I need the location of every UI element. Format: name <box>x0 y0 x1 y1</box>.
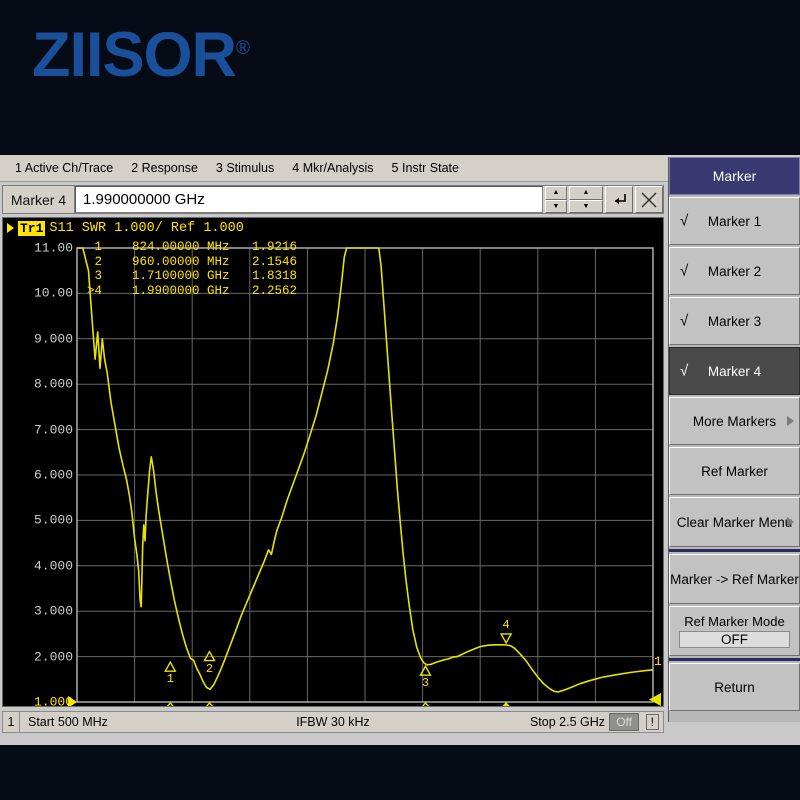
status-bar: 1 Start 500 MHz IFBW 30 kHz Stop 2.5 GHz… <box>2 711 664 733</box>
softkey-label: Ref Marker Mode <box>684 614 785 629</box>
marker-number-label: 1 <box>166 672 174 687</box>
marker-frequency-input[interactable]: 1.990000000 GHz <box>75 186 543 213</box>
check-icon: √ <box>680 262 689 280</box>
marker-triangle-down <box>499 633 513 645</box>
entry-spinner-coarse[interactable]: ▲ ▼ <box>569 186 603 213</box>
softkey-panel: Marker √ Marker 1 √ Marker 2 √ Marker 3 … <box>668 157 800 722</box>
status-start-frequency[interactable]: Start 500 MHz <box>20 715 108 729</box>
softkey-label: Return <box>714 679 755 695</box>
axis-marker-hollow <box>166 701 174 706</box>
brand-banner: ZIISOR® <box>0 0 800 155</box>
status-alert-badge[interactable]: ! <box>645 714 659 730</box>
check-icon: √ <box>680 362 689 380</box>
softkey-divider <box>669 549 800 552</box>
softkey-marker-2[interactable]: √ Marker 2 <box>669 247 800 295</box>
y-axis-tick-label: 10.00 <box>33 285 73 301</box>
softkey-ref-marker[interactable]: Ref Marker <box>669 447 800 495</box>
y-axis-tick-label: 2.000 <box>33 649 73 665</box>
spinner-down-icon[interactable]: ▼ <box>545 199 567 213</box>
softkey-label: Ref Marker <box>701 463 768 479</box>
softkey-panel-title: Marker <box>669 157 800 195</box>
status-channel: 1 <box>3 712 20 732</box>
softkey-ref-marker-mode[interactable]: Ref Marker Mode OFF <box>669 606 800 656</box>
y-axis-tick-label: 6.000 <box>33 467 73 483</box>
enter-button[interactable] <box>605 186 633 213</box>
trace-end-index-label: 1 <box>654 653 662 669</box>
spinner-up-icon[interactable]: ▲ <box>545 186 567 200</box>
marker-triangle-up <box>164 660 177 672</box>
entry-label: Marker 4 <box>3 186 75 213</box>
close-button[interactable] <box>635 186 663 213</box>
softkey-label: Clear Marker Menu <box>676 514 793 530</box>
softkey-divider-2 <box>669 658 800 661</box>
menu-item-active-ch-trace[interactable]: 1 Active Ch/Trace <box>6 159 122 177</box>
marker-number-label: 2 <box>205 661 214 676</box>
marker-triangle-up <box>419 664 432 676</box>
axis-marker-filled <box>502 701 510 706</box>
spinner-coarse-up-icon[interactable]: ▲ <box>569 186 603 200</box>
marker-number-label: 3 <box>421 676 430 691</box>
softkey-label: Marker 3 <box>707 313 762 329</box>
y-axis-tick-label: 9.000 <box>33 331 73 347</box>
marker-entry-bar: Marker 4 1.990000000 GHz ▲ ▼ ▲ ▼ <box>2 185 664 214</box>
marker-readout-table: 1 824.00000 MHz 1.9216 2 960.00000 MHz 2… <box>87 240 298 298</box>
stop-marker-arrow-icon <box>649 693 661 706</box>
menu-item-stimulus[interactable]: 3 Stimulus <box>207 159 283 177</box>
softkey-clear-marker-menu[interactable]: Clear Marker Menu <box>669 497 800 547</box>
close-x-icon <box>641 192 657 207</box>
y-axis-tick-label: 4.000 <box>33 558 73 574</box>
axis-marker-hollow <box>205 701 214 706</box>
registered-mark-icon: ® <box>236 38 251 59</box>
y-axis-tick-label: 3.000 <box>33 603 73 619</box>
marker-triangle-up <box>203 650 216 662</box>
axis-marker-hollow <box>421 701 430 706</box>
status-ifbw[interactable]: IFBW 30 kHz <box>296 715 370 729</box>
y-axis-tick-label: 11.00 <box>33 240 73 256</box>
menu-item-response[interactable]: 2 Response <box>122 159 207 177</box>
softkey-marker-to-ref-marker[interactable]: Marker -> Ref Marker <box>669 554 800 604</box>
instrument-screenshot: ZIISOR® 1 Active Ch/Trace 2 Response 3 S… <box>0 0 800 800</box>
softkey-more-markers[interactable]: More Markers <box>669 397 800 445</box>
enter-arrow-icon <box>615 193 626 204</box>
chevron-right-icon <box>787 517 794 527</box>
y-axis-labels: 1.000 2.000 3.000 4.000 5.000 6.000 7.000 8.000… <box>3 218 77 707</box>
menu-item-instr-state[interactable]: 5 Instr State <box>383 159 468 177</box>
softkey-marker-3[interactable]: √ Marker 3 <box>669 297 800 345</box>
y-axis-tick-label: 8.000 <box>33 376 73 392</box>
plot-screen[interactable]: ZIISOR Tr1 S11 SWR 1.000/ Ref 1.000 1.00… <box>2 217 664 707</box>
softkey-label: Marker 1 <box>707 213 762 229</box>
softkey-return[interactable]: Return <box>669 663 800 711</box>
spinner-coarse-down-icon[interactable]: ▼ <box>569 199 603 213</box>
chevron-right-icon <box>787 416 794 426</box>
status-correction-badge[interactable]: Off <box>609 713 639 731</box>
softkey-marker-1[interactable]: √ Marker 1 <box>669 197 800 245</box>
softkey-label: More Markers <box>692 413 777 429</box>
ref-marker-mode-value[interactable]: OFF <box>679 631 790 648</box>
reference-level-arrow-icon <box>68 696 77 706</box>
menu-item-mkr-analysis[interactable]: 4 Mkr/Analysis <box>283 159 382 177</box>
softkey-marker-4[interactable]: √ Marker 4 <box>669 347 800 395</box>
softkey-label: Marker 4 <box>707 363 762 379</box>
brand-logo: ZIISOR® <box>32 24 250 87</box>
softkey-label: Marker 2 <box>707 263 762 279</box>
softkey-label: Marker -> Ref Marker <box>670 571 799 587</box>
check-icon: √ <box>680 212 689 230</box>
marker-number-label: 4 <box>502 617 510 632</box>
check-icon: √ <box>680 312 689 330</box>
y-axis-tick-label: 5.000 <box>33 512 73 528</box>
status-stop-frequency[interactable]: Stop 2.5 GHz <box>530 715 605 729</box>
brand-name: ZIISOR <box>32 20 237 90</box>
trace-format-info: S11 SWR 1.000/ Ref 1.000 <box>49 220 244 236</box>
y-axis-tick-label: 7.000 <box>33 422 73 438</box>
entry-spinner-fine[interactable]: ▲ ▼ <box>545 186 567 213</box>
